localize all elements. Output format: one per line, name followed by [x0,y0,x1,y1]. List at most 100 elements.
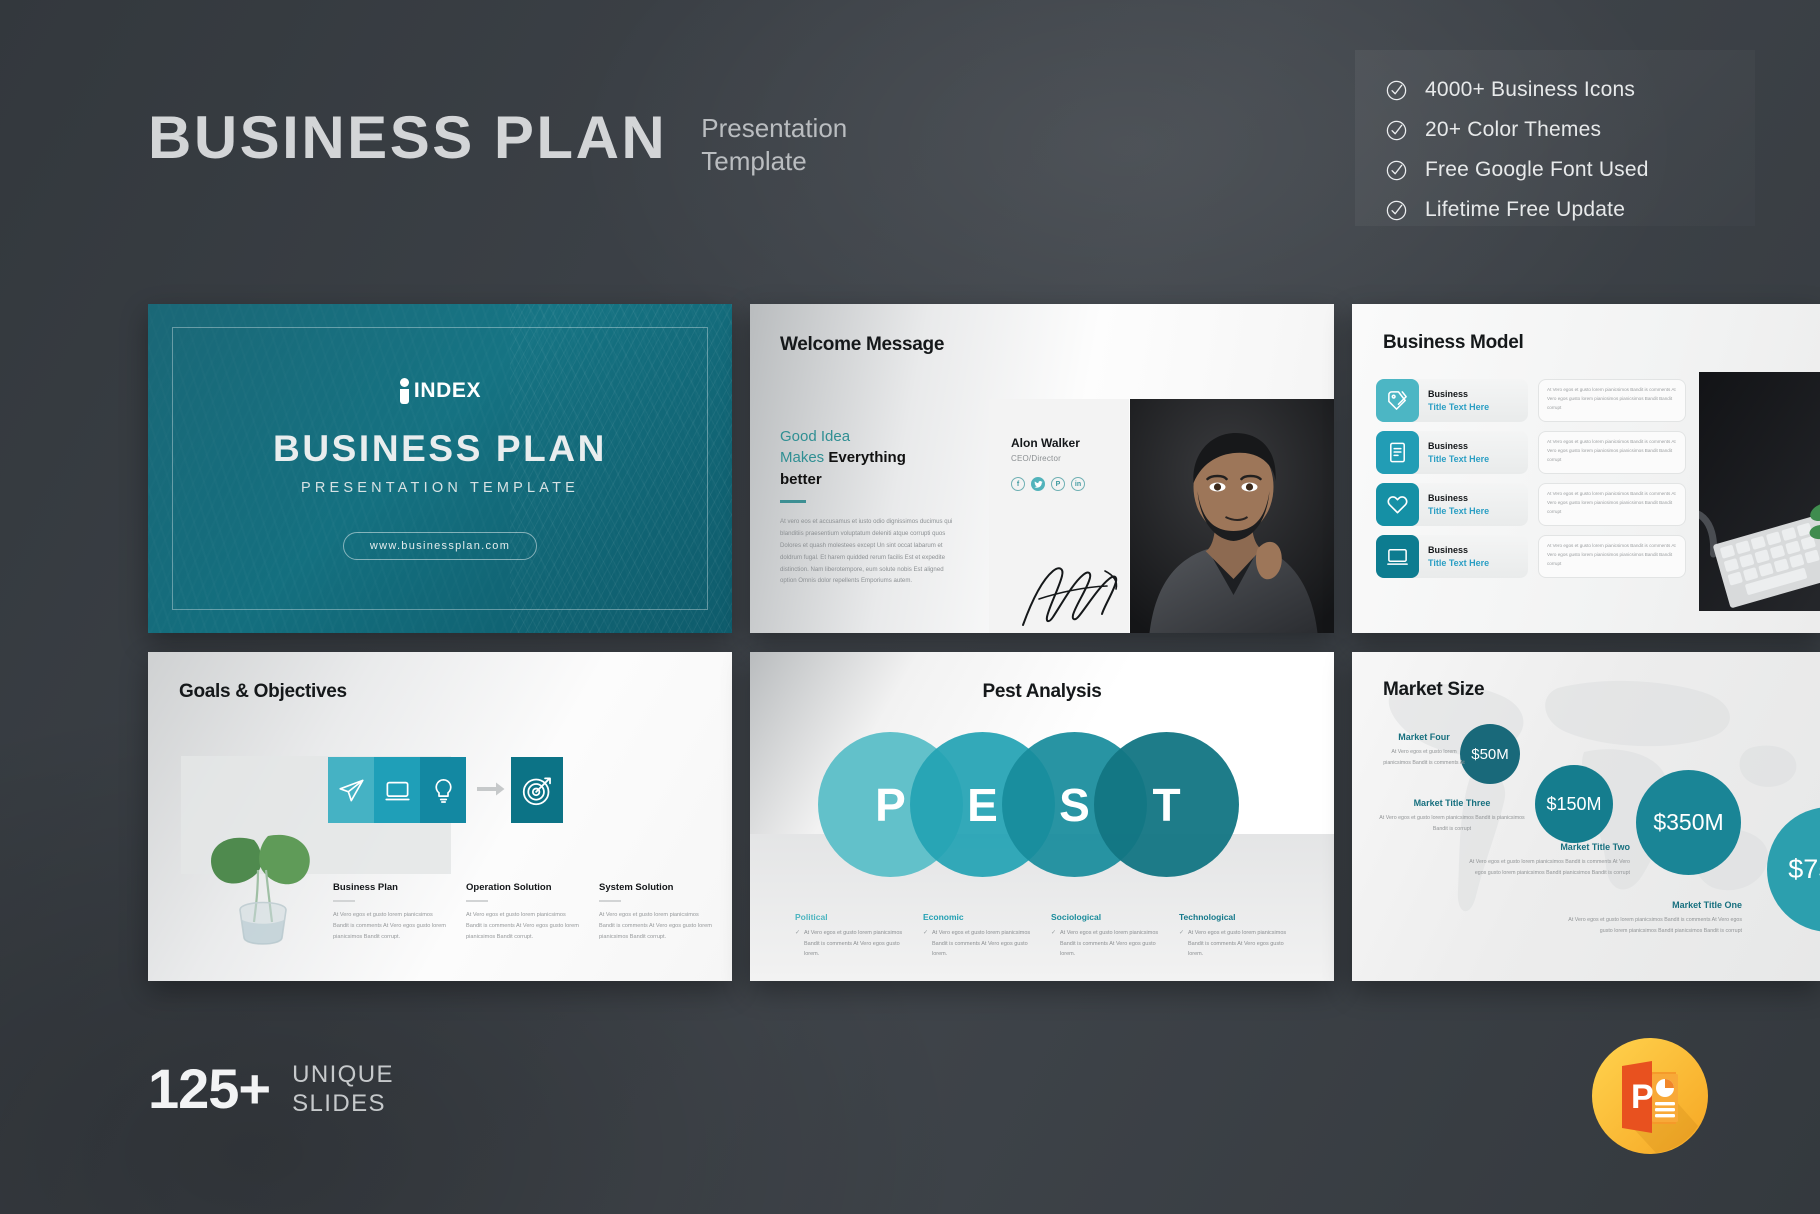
slide-count-label-line1: UNIQUE [292,1061,394,1088]
welcome-lead: Good Idea Makes Everything better [780,426,970,490]
slide-preview-pest[interactable]: Pest Analysis P E S T Political ✓ At Vero… [750,652,1334,981]
pest-column-heading: Technological [1179,912,1236,922]
signature-icon [1022,567,1118,626]
business-model-row[interactable]: Business Title Text Here At Vero egos et… [1376,379,1686,422]
feature-item: Free Google Font Used [1385,150,1755,190]
social-links: f P in [1011,477,1085,491]
pest-column-item: ✓ At Vero egos et gusto lorem pianicsimos… [1179,928,1296,960]
market-bubble-4: $50M [1460,724,1520,784]
pest-circle-t: T [1094,732,1239,877]
cover-url-button[interactable]: www.businessplan.com [342,531,538,560]
business-model-label-card: Business Title Text Here [1376,379,1528,422]
slide-title-market-size: Market Size [1383,679,1485,700]
powerpoint-icon: P [1592,1038,1708,1154]
feature-item: 20+ Color Themes [1385,110,1755,150]
cover-headline: BUSINESS PLAN [273,427,607,469]
pest-column-heading: Economic [923,912,964,922]
business-model-description: At Vero egos et gusto lorem pianicsimos … [1538,535,1686,578]
market-block-body: At Vero egos et gusto lorem pianicsimos … [1469,859,1630,876]
slide-preview-market-size[interactable]: Market Size $50M $150M $350M $750M Marke… [1352,652,1820,981]
check-circle-icon [1385,159,1408,182]
facebook-icon[interactable]: f [1011,477,1025,491]
pest-column: Economic ✓ At Vero egos et gusto lorem pi… [923,912,1051,960]
monitor-icon [1376,535,1419,578]
page-subtitle: Presentation Template [701,112,847,179]
person-role: CEO/Director [1011,454,1061,463]
person-name: Alon Walker [1011,436,1080,450]
index-logo-label: INDEX [413,378,482,402]
feature-item: Lifetime Free Update [1385,190,1755,230]
business-model-list: Business Title Text Here At Vero egos et… [1376,379,1686,587]
plant-photo [211,834,310,945]
cover-frame: INDEX BUSINESS PLAN PRESENTATION TEMPLAT… [172,327,708,610]
business-model-row[interactable]: Business Title Text Here At Vero egos et… [1376,483,1686,526]
business-model-title: Business Title Text Here [1428,544,1489,568]
pinterest-icon[interactable]: P [1051,477,1065,491]
desk-photo [1699,372,1820,611]
feature-label: 20+ Color Themes [1425,118,1602,141]
slide-preview-business-model[interactable]: Business Model Business Title Text Here … [1352,304,1820,633]
market-block-heading: Market Four [1398,732,1450,742]
pest-column: Political ✓ At Vero egos et gusto lorem p… [795,912,923,960]
goals-column: Operation Solution At Vero egos et gusto… [466,882,599,944]
slide-count-label: UNIQUE SLIDES [292,1060,394,1119]
person-photo [1130,399,1334,633]
goals-column-heading: Business Plan [333,882,398,893]
lightbulb-icon [420,757,466,823]
pest-column: Sociological ✓ At Vero egos et gusto lore… [1051,912,1179,960]
market-block-one: Market Title One At Vero egos et gusto l… [1567,900,1742,936]
pest-column-item: ✓ At Vero egos et gusto lorem pianicsimos… [795,928,912,960]
pest-column-body: At Vero egos et gusto lorem pianicsimos … [932,930,1031,958]
pest-column-body: At Vero egos et gusto lorem pianicsimos … [1188,930,1287,958]
person-mark-icon [399,377,410,404]
monitor-icon [374,757,420,823]
business-model-title: Business Title Text Here [1428,388,1489,412]
linkedin-icon[interactable]: in [1071,477,1085,491]
check-icon: ✓ [1051,930,1057,936]
market-block-body: At Vero egos et gusto lorem pianicsimos … [1383,749,1465,766]
business-model-title-line1: Business [1428,493,1469,504]
twitter-icon[interactable] [1031,477,1045,491]
goals-column: Business Plan At Vero egos et gusto lore… [333,882,466,944]
market-block-two: Market Title Two At Vero egos et gusto l… [1465,842,1630,878]
business-model-title-line2: Title Text Here [1428,557,1490,568]
svg-text:P: P [1631,1078,1654,1116]
divider [599,900,621,902]
slide-title-business-model: Business Model [1383,332,1524,353]
market-block-body: At Vero egos et gusto lorem pianicsimos … [1568,917,1742,934]
check-icon: ✓ [923,930,929,936]
market-bubble-2: $350M [1636,770,1741,875]
goals-column-body: At Vero egos et gusto lorem pianicsimos … [466,912,579,941]
divider [466,900,488,902]
business-model-label-card: Business Title Text Here [1376,535,1528,578]
pest-column-heading: Political [795,912,828,922]
slide-count-number: 125+ [148,1057,271,1121]
welcome-lead-black-2: better [780,470,822,488]
business-model-title-line2: Title Text Here [1428,505,1490,516]
goals-column: System Solution At Vero egos et gusto lo… [599,882,732,944]
page-subtitle-line2: Template [701,146,807,177]
goals-column-body: At Vero egos et gusto lorem pianicsimos … [333,912,446,941]
target-icon [511,757,563,823]
divider [780,500,806,503]
business-model-title-line1: Business [1428,389,1469,400]
slide-preview-cover[interactable]: INDEX BUSINESS PLAN PRESENTATION TEMPLAT… [148,304,732,633]
welcome-lead-black-1: Everything [828,449,906,467]
pest-column-heading: Sociological [1051,912,1102,922]
tags-icon [1376,379,1419,422]
business-model-label-card: Business Title Text Here [1376,483,1528,526]
market-block-heading: Market Title One [1672,900,1742,910]
business-model-title: Business Title Text Here [1428,492,1489,516]
document-icon [1376,431,1419,474]
business-model-title-line2: Title Text Here [1428,401,1490,412]
business-model-row[interactable]: Business Title Text Here At Vero egos et… [1376,535,1686,578]
divider [333,900,355,902]
feature-list: 4000+ Business Icons 20+ Color Themes Fr… [1355,50,1755,226]
welcome-lead-teal-2: Makes [780,449,829,467]
market-block-three: Market Title Three At Vero egos et gusto… [1372,798,1532,834]
business-model-title-line1: Business [1428,441,1469,452]
slide-preview-welcome[interactable]: Welcome Message Good Idea Makes Everythi… [750,304,1334,633]
pest-venn: P E S T [818,732,1268,877]
slide-preview-goals[interactable]: Goals & Objectives Business Plan At Vero… [148,652,732,981]
business-model-row[interactable]: Business Title Text Here At Vero egos et… [1376,431,1686,474]
